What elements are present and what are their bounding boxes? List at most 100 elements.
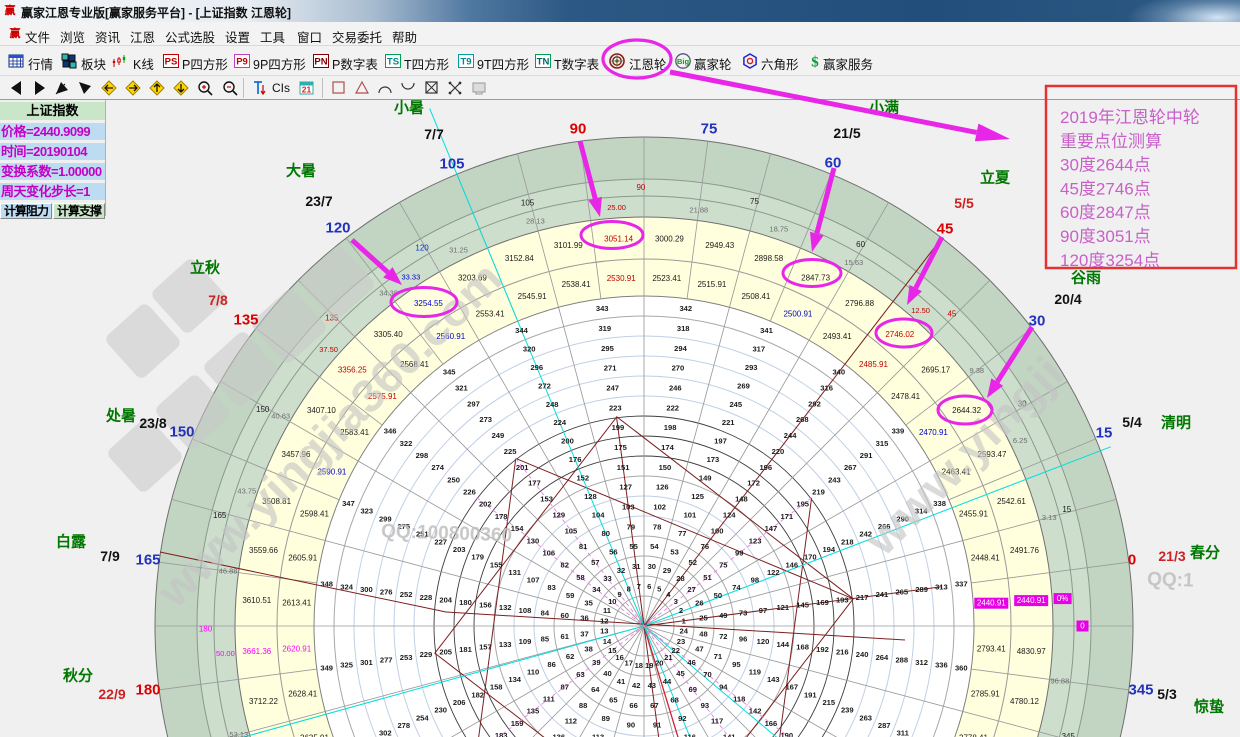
- svg-text:44: 44: [663, 677, 672, 686]
- svg-text:95: 95: [732, 660, 741, 669]
- svg-text:85: 85: [541, 635, 550, 644]
- svg-text:100: 100: [711, 526, 724, 535]
- svg-text:130: 130: [527, 536, 540, 545]
- svg-text:71: 71: [714, 652, 723, 661]
- svg-text:120: 120: [415, 243, 429, 252]
- svg-text:292: 292: [808, 399, 821, 408]
- svg-text:127: 127: [619, 483, 632, 492]
- svg-text:4780.12: 4780.12: [1010, 697, 1039, 706]
- svg-text:2785.91: 2785.91: [971, 689, 1000, 698]
- svg-text:49: 49: [719, 611, 727, 620]
- svg-text:224: 224: [553, 418, 566, 427]
- svg-text:56: 56: [609, 548, 617, 557]
- svg-text:73: 73: [739, 608, 747, 617]
- svg-text:87: 87: [560, 682, 568, 691]
- svg-text:215: 215: [822, 698, 835, 707]
- svg-text:48: 48: [699, 629, 707, 638]
- svg-text:22/9: 22/9: [98, 686, 125, 702]
- svg-text:处暑: 处暑: [105, 407, 136, 425]
- svg-text:9.38: 9.38: [969, 366, 984, 375]
- svg-text:21.88: 21.88: [689, 206, 708, 215]
- svg-text:58: 58: [576, 573, 584, 582]
- svg-text:3: 3: [674, 597, 678, 606]
- svg-text:12.50: 12.50: [911, 306, 930, 315]
- svg-text:重要点位测算: 重要点位测算: [1060, 132, 1162, 151]
- svg-text:75: 75: [750, 197, 759, 206]
- svg-text:121: 121: [776, 603, 789, 612]
- svg-text:2605.91: 2605.91: [288, 554, 317, 563]
- svg-text:103: 103: [622, 503, 635, 512]
- svg-text:21/3: 21/3: [1158, 548, 1185, 564]
- svg-text:99: 99: [735, 548, 743, 557]
- svg-text:25: 25: [699, 614, 708, 623]
- svg-text:8: 8: [627, 585, 631, 594]
- svg-text:惊蛰: 惊蛰: [1194, 698, 1224, 716]
- svg-text:315: 315: [876, 439, 889, 448]
- svg-text:37: 37: [580, 629, 588, 638]
- svg-text:278: 278: [397, 721, 410, 730]
- svg-text:267: 267: [844, 463, 857, 472]
- svg-text:172: 172: [747, 479, 760, 488]
- svg-text:23/7: 23/7: [305, 193, 332, 209]
- svg-text:31.25: 31.25: [449, 245, 468, 254]
- svg-text:249: 249: [492, 431, 505, 440]
- svg-text:154: 154: [511, 524, 524, 533]
- svg-text:170: 170: [804, 553, 817, 562]
- svg-text:2598.41: 2598.41: [300, 510, 329, 519]
- svg-text:39: 39: [592, 658, 600, 667]
- svg-text:269: 269: [737, 381, 750, 390]
- svg-text:102: 102: [653, 503, 666, 512]
- svg-text:120: 120: [325, 220, 350, 237]
- svg-text:243: 243: [828, 475, 841, 484]
- svg-text:2538.41: 2538.41: [562, 280, 591, 289]
- svg-text:43: 43: [648, 681, 656, 690]
- svg-text:5/5: 5/5: [954, 195, 974, 211]
- svg-text:谷雨: 谷雨: [1071, 270, 1101, 287]
- svg-text:348: 348: [320, 580, 333, 589]
- svg-text:220: 220: [772, 447, 785, 456]
- svg-text:206: 206: [453, 698, 466, 707]
- svg-text:60: 60: [856, 240, 865, 249]
- svg-text:171: 171: [780, 512, 793, 521]
- svg-text:47: 47: [695, 645, 703, 654]
- svg-text:53.13: 53.13: [229, 730, 248, 737]
- svg-text:3051.14: 3051.14: [604, 234, 633, 243]
- svg-text:134: 134: [508, 675, 521, 684]
- svg-text:60度2847点: 60度2847点: [1060, 203, 1151, 222]
- svg-text:60: 60: [560, 611, 568, 620]
- svg-text:36: 36: [580, 614, 588, 623]
- svg-text:18: 18: [635, 661, 643, 670]
- svg-text:7/7: 7/7: [424, 126, 444, 142]
- svg-text:297: 297: [467, 399, 480, 408]
- svg-text:146: 146: [785, 560, 798, 569]
- svg-text:125: 125: [691, 492, 704, 501]
- svg-text:313: 313: [935, 582, 948, 591]
- svg-text:82: 82: [560, 561, 568, 570]
- svg-text:177: 177: [528, 479, 541, 488]
- svg-text:2613.41: 2613.41: [282, 599, 311, 608]
- svg-text:173: 173: [707, 455, 720, 464]
- svg-text:273: 273: [479, 415, 492, 424]
- svg-text:79: 79: [627, 522, 635, 531]
- svg-text:53: 53: [670, 548, 678, 557]
- svg-text:42: 42: [632, 681, 640, 690]
- svg-text:195: 195: [796, 500, 809, 509]
- svg-text:2491.76: 2491.76: [1010, 546, 1039, 555]
- svg-text:12: 12: [600, 616, 608, 625]
- svg-text:157: 157: [479, 642, 492, 651]
- svg-text:142: 142: [749, 707, 762, 716]
- svg-text:119: 119: [749, 667, 761, 676]
- svg-text:150: 150: [169, 424, 194, 441]
- svg-text:318: 318: [677, 324, 690, 333]
- svg-text:136: 136: [552, 733, 565, 737]
- svg-text:133: 133: [499, 640, 512, 649]
- svg-text:228: 228: [420, 593, 433, 602]
- svg-text:116: 116: [684, 732, 696, 737]
- svg-text:105: 105: [565, 526, 578, 535]
- svg-text:222: 222: [666, 403, 679, 412]
- svg-text:122: 122: [767, 568, 780, 577]
- svg-text:150: 150: [659, 463, 672, 472]
- svg-text:110: 110: [527, 667, 539, 676]
- svg-text:345: 345: [443, 368, 456, 377]
- svg-text:360: 360: [955, 663, 968, 672]
